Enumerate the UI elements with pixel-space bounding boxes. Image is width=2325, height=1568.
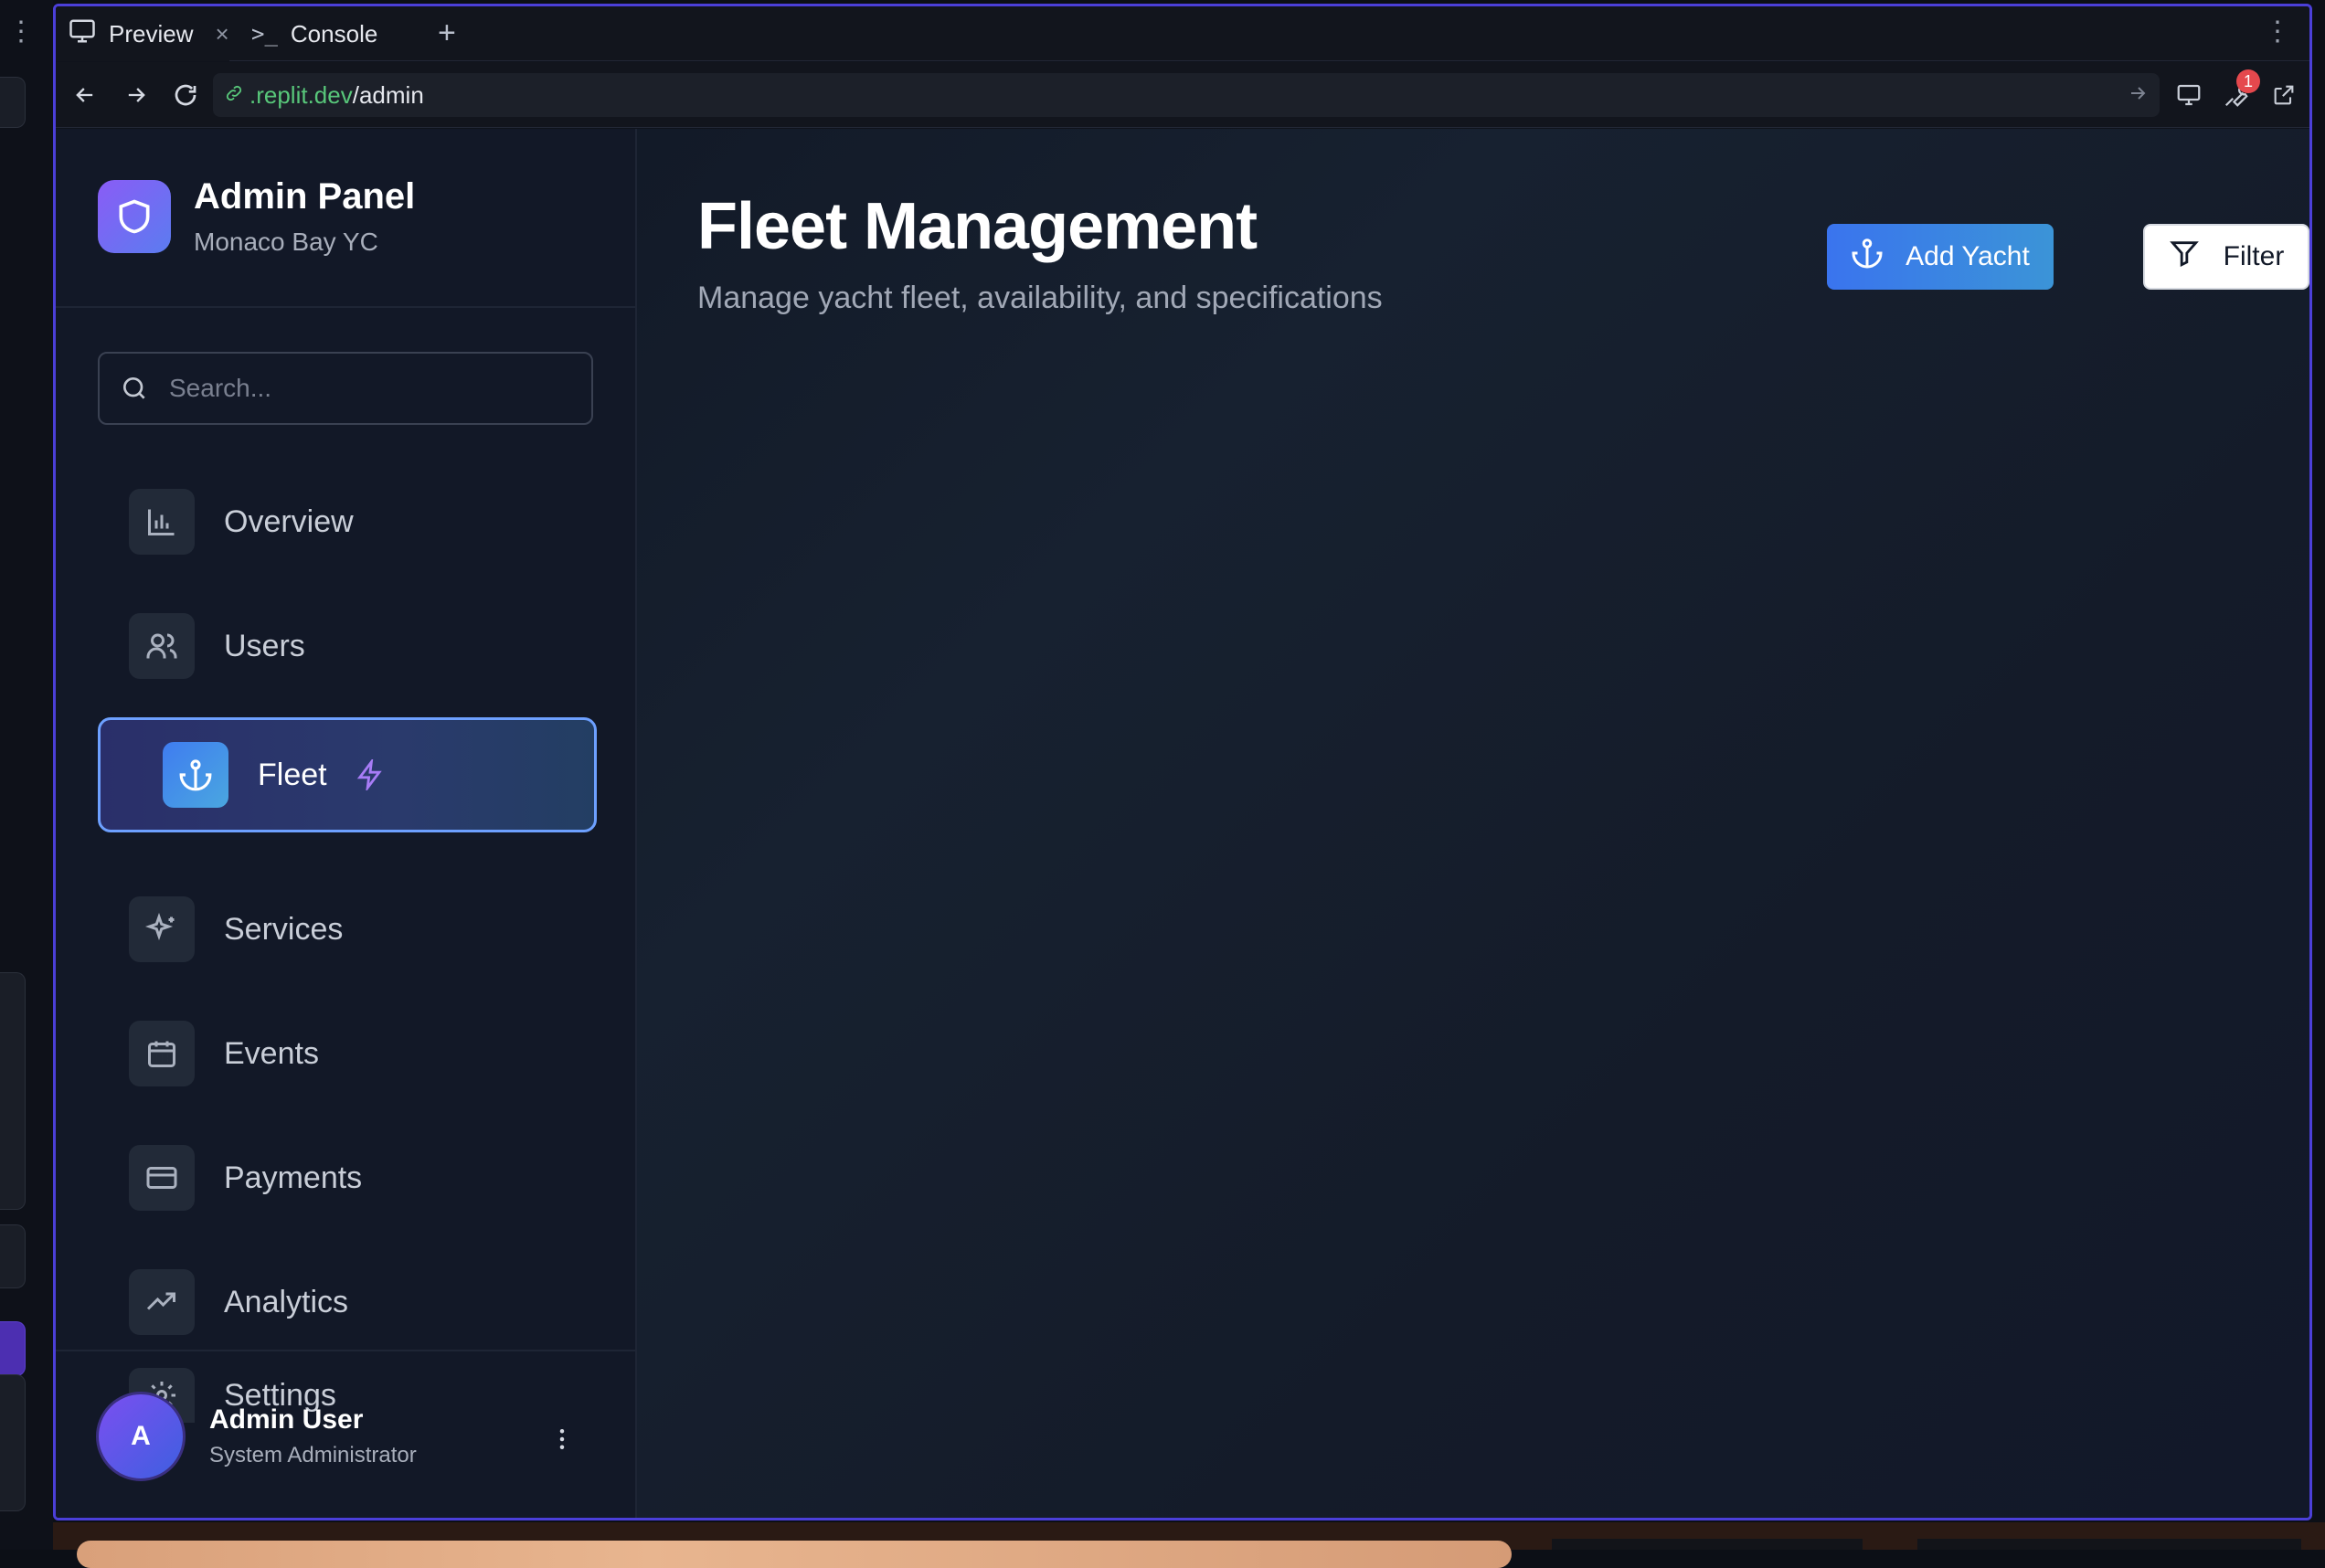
collapsed-panel-tab[interactable] <box>0 1374 26 1511</box>
filter-icon <box>2169 238 2200 276</box>
filter-button[interactable]: Filter <box>2143 224 2309 290</box>
add-yacht-label: Add Yacht <box>1906 241 2030 271</box>
user-name: Admin User <box>209 1404 364 1435</box>
brand-title: Admin Panel <box>194 176 416 217</box>
tab-bar: Preview × >_ Console + ⋮ <box>56 6 2309 61</box>
bottom-pill <box>77 1541 1512 1568</box>
sparkle-icon <box>129 896 195 962</box>
collapsed-panel-tab[interactable] <box>0 1224 26 1288</box>
close-icon[interactable]: × <box>215 20 228 48</box>
sidebar-item-label: Services <box>224 911 344 947</box>
sidebar-item-label: Payments <box>224 1160 363 1195</box>
tab-label: Console <box>290 19 378 48</box>
open-external-icon[interactable] <box>2266 77 2302 113</box>
ide-left-gutter: ⋮ <box>0 0 53 1550</box>
sidebar-item-fleet[interactable]: Fleet <box>98 717 597 832</box>
lightning-bolt-icon <box>355 759 386 790</box>
trending-up-icon <box>129 1269 195 1335</box>
collapsed-panel-tab[interactable] <box>0 1321 26 1376</box>
anchor-icon <box>163 742 228 808</box>
terminal-icon: >_ <box>251 21 278 47</box>
sidebar-item-label: Users <box>224 628 305 663</box>
tab-preview[interactable]: Preview × <box>56 6 229 61</box>
shield-icon <box>98 180 171 253</box>
sidebar-item-events[interactable]: Events <box>129 1021 595 1086</box>
sidebar: Admin Panel Monaco Bay YC Search... Over… <box>56 129 637 1518</box>
more-vertical-icon[interactable] <box>544 1421 580 1457</box>
device-preview-icon[interactable] <box>2171 77 2207 113</box>
avatar[interactable]: A <box>96 1392 186 1481</box>
go-arrow-icon[interactable] <box>2127 82 2149 111</box>
sidebar-item-overview[interactable]: Overview <box>129 489 595 555</box>
main-content: Fleet Management Manage yacht fleet, ava… <box>637 129 2309 1518</box>
notification-badge: 1 <box>2236 69 2260 93</box>
sidebar-item-label: Events <box>224 1035 319 1071</box>
brand-header: Admin Panel Monaco Bay YC <box>56 129 635 308</box>
credit-card-icon <box>129 1145 195 1211</box>
search-input[interactable]: Search... <box>98 352 593 425</box>
sidebar-item-label: Analytics <box>224 1284 349 1319</box>
sidebar-item-analytics[interactable]: Analytics <box>129 1269 595 1335</box>
back-arrow-icon[interactable] <box>67 77 103 113</box>
search-placeholder: Search... <box>169 374 272 402</box>
url-field[interactable]: .replit.dev/admin <box>213 73 2160 117</box>
more-vertical-icon[interactable]: ⋮ <box>2264 16 2291 48</box>
add-yacht-button[interactable]: Add Yacht <box>1827 224 2054 290</box>
url-path: /admin <box>352 80 424 109</box>
new-tab-plus-icon[interactable]: + <box>438 16 456 51</box>
monitor-icon <box>69 17 96 51</box>
brand-subtitle: Monaco Bay YC <box>194 228 378 256</box>
reload-icon[interactable] <box>167 77 204 113</box>
ide-bottom-strip <box>53 1522 2325 1568</box>
search-icon <box>120 372 153 405</box>
page-title: Fleet Management <box>697 190 1258 263</box>
collapsed-panel-tab[interactable] <box>0 77 26 128</box>
more-vertical-icon[interactable]: ⋮ <box>7 18 35 46</box>
devtools-wrench-icon[interactable]: 1 <box>2218 69 2260 113</box>
admin-app: Admin Panel Monaco Bay YC Search... Over… <box>56 129 2309 1518</box>
sidebar-footer: Settings A Admin User System Administrat… <box>56 1350 635 1518</box>
tab-console[interactable]: >_ Console <box>239 6 421 61</box>
sidebar-item-payments[interactable]: Payments <box>129 1145 595 1211</box>
forward-arrow-icon[interactable] <box>118 77 154 113</box>
bottom-bar-segment <box>1917 1539 2301 1550</box>
sidebar-item-services[interactable]: Services <box>129 896 595 962</box>
user-role: System Administrator <box>209 1443 417 1467</box>
link-icon <box>224 81 244 110</box>
page-subtitle: Manage yacht fleet, availability, and sp… <box>697 281 1383 315</box>
users-icon <box>129 613 195 679</box>
preview-window: Preview × >_ Console + ⋮ .replit.dev/adm… <box>53 4 2312 1520</box>
sidebar-item-label: Fleet <box>258 757 327 792</box>
collapsed-panel-tab[interactable] <box>0 972 26 1210</box>
bar-chart-icon <box>129 489 195 555</box>
filter-label: Filter <box>2223 241 2285 271</box>
address-bar-row: .replit.dev/admin 1 <box>56 62 2309 128</box>
calendar-icon <box>129 1021 195 1086</box>
url-host: .replit.dev <box>249 80 353 109</box>
anchor-icon <box>1851 237 1884 277</box>
sidebar-item-users[interactable]: Users <box>129 613 595 679</box>
tab-label: Preview <box>109 19 194 48</box>
sidebar-item-label: Overview <box>224 503 354 539</box>
bottom-bar-segment <box>1552 1539 1863 1550</box>
